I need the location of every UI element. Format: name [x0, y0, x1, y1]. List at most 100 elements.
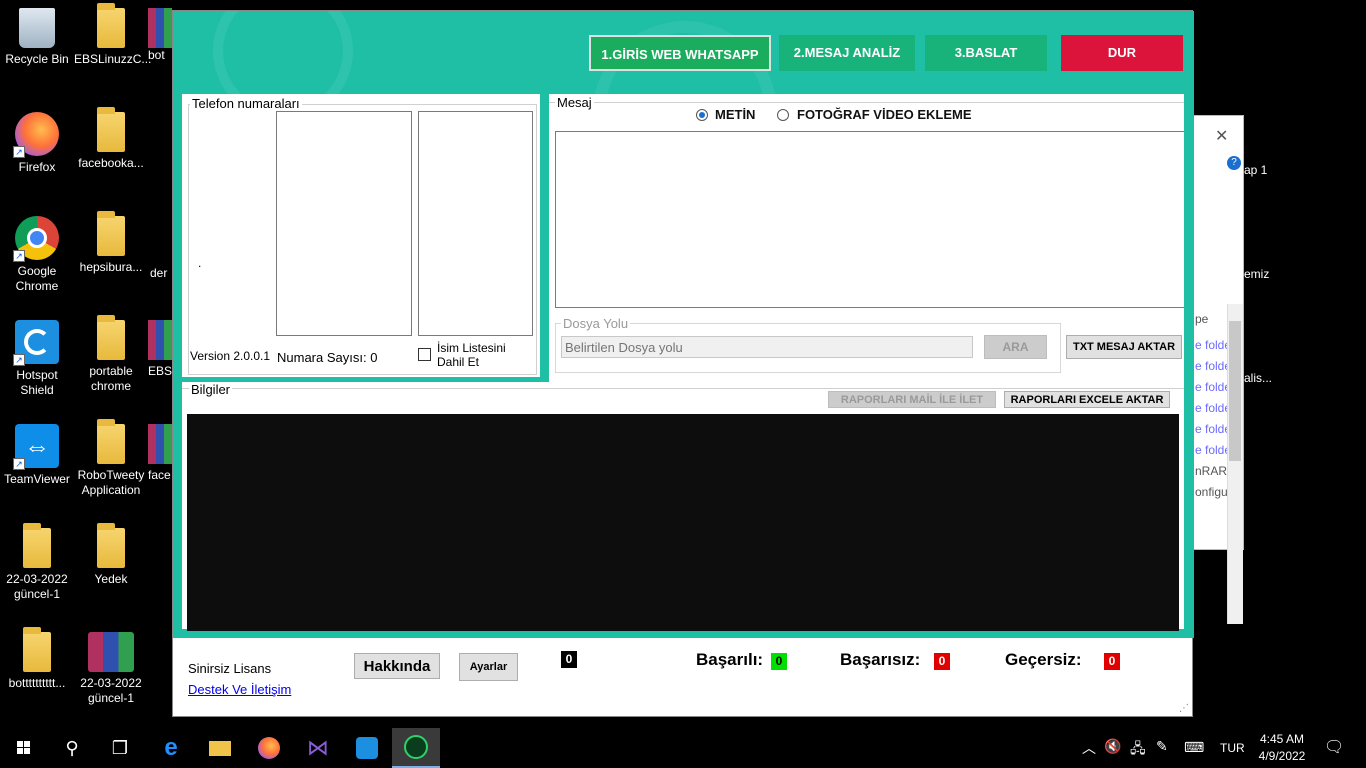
whatsapp-sender-taskbar-button[interactable]: [392, 728, 440, 768]
desktop-icon-winrar[interactable]: bot: [148, 8, 172, 63]
desktop-icon-folder[interactable]: portable chrome: [74, 315, 148, 394]
desktop-icon-label: RoboTweety Application: [77, 468, 145, 497]
desktop-icon-teamviewer[interactable]: ⇔ ↗ TeamViewer: [0, 424, 74, 487]
settings-button[interactable]: Ayarlar: [459, 653, 518, 681]
desktop-icon-label: ap 1: [1244, 163, 1268, 177]
message-analyze-button[interactable]: 2.MESAJ ANALİZ: [779, 35, 915, 71]
folder-icon: [97, 523, 125, 568]
hotspot-shield-taskbar-icon[interactable]: [353, 734, 381, 762]
desktop-icon-folder[interactable]: hepsibura...: [74, 211, 148, 275]
folder-icon: [97, 3, 125, 48]
fail-label: Başarısız:: [840, 650, 921, 669]
desktop-icon-label: Hotspot Shield: [16, 368, 58, 397]
keyboard-icon[interactable]: ⌨: [1184, 739, 1204, 756]
info-title: Bilgiler: [189, 382, 233, 397]
search-icon[interactable]: ⚲: [58, 734, 86, 762]
fail-counter: 0: [934, 653, 950, 670]
desktop-icon-chrome[interactable]: ↗ Google Chrome: [0, 216, 74, 294]
frame-left: [173, 94, 182, 637]
media-radio[interactable]: [777, 109, 789, 121]
phone-number-list[interactable]: [276, 111, 412, 336]
login-web-whatsapp-button[interactable]: 1.GİRİS WEB WHATSAPP: [589, 35, 771, 71]
desktop-icon-folder[interactable]: facebooka...: [74, 107, 148, 171]
winrar-icon: [88, 632, 134, 672]
folder-icon: [97, 211, 125, 256]
clock-date[interactable]: 4/9/2022: [1256, 749, 1308, 763]
desktop-icon-folder[interactable]: EBSLinuzzC...: [74, 3, 152, 67]
message-title: Mesaj: [555, 95, 594, 110]
file-explorer-icon[interactable]: [206, 734, 234, 762]
name-list[interactable]: [418, 111, 533, 336]
desktop-icon-folder[interactable]: Yedek: [74, 523, 148, 587]
clock-time[interactable]: 4:45 AM: [1258, 732, 1306, 746]
desktop-icon-recycle-bin[interactable]: Recycle Bin: [0, 8, 74, 67]
explorer-item[interactable]: e folde: [1195, 338, 1231, 352]
invalid-counter: 0: [1104, 653, 1120, 670]
whatsapp-sender-window: 1.GİRİS WEB WHATSAPP 2.MESAJ ANALİZ 3.BA…: [172, 10, 1194, 717]
desktop-icon-winrar[interactable]: 22-03-2022 güncel-1: [74, 632, 148, 706]
task-view-icon[interactable]: ❐: [106, 734, 134, 762]
desktop-icon-winrar[interactable]: EBS: [148, 320, 172, 379]
success-label: Başarılı:: [696, 650, 764, 669]
internet-explorer-icon[interactable]: e: [157, 734, 185, 762]
include-name-list-label: İsim Listesini Dahil Et: [437, 341, 506, 369]
visual-studio-icon[interactable]: ⋈: [304, 734, 332, 762]
notifications-icon[interactable]: 🗨: [1324, 737, 1344, 757]
mail-reports-button[interactable]: RAPORLARI MAİL İLE İLET: [828, 391, 996, 408]
media-radio-label: FOTOĞRAF VİDEO EKLEME: [797, 107, 972, 122]
resize-grip-icon[interactable]: ⋰: [1179, 703, 1189, 714]
explorer-item[interactable]: pe: [1195, 312, 1208, 326]
firefox-icon: ↗: [13, 112, 59, 158]
log-console[interactable]: [187, 414, 1179, 631]
desktop-icon-firefox[interactable]: ↗ Firefox: [0, 112, 74, 175]
shortcut-arrow-icon: ↗: [13, 146, 25, 158]
file-path-input[interactable]: [561, 336, 973, 358]
message-panel: Mesaj METİN FOTOĞRAF VİDEO EKLEME Dosya …: [549, 94, 1184, 381]
help-icon[interactable]: ?: [1227, 156, 1241, 170]
desktop-icon-label: portable chrome: [89, 364, 133, 393]
about-button[interactable]: Hakkında: [354, 653, 440, 679]
chevron-up-icon[interactable]: ︿: [1082, 738, 1096, 758]
explorer-scrollbar-thumb[interactable]: [1229, 321, 1241, 461]
network-icon[interactable]: 🖧: [1130, 738, 1146, 762]
text-radio[interactable]: [696, 109, 708, 121]
start-button[interactable]: 3.BASLAT: [925, 35, 1047, 71]
explorer-item[interactable]: e folde: [1195, 422, 1231, 436]
pen-icon[interactable]: ✎: [1156, 738, 1168, 755]
desktop-icon-hotspot-shield[interactable]: ↗ Hotspot Shield: [0, 320, 74, 398]
message-textarea[interactable]: [555, 131, 1184, 308]
desktop-icon-label: EBSLinuzzC...: [74, 52, 152, 66]
explorer-item[interactable]: e folde: [1195, 380, 1231, 394]
explorer-item[interactable]: e folde: [1195, 443, 1231, 457]
close-icon[interactable]: ✕: [1215, 126, 1228, 146]
desktop-icon-label: emiz: [1244, 267, 1270, 281]
desktop-icon-folder[interactable]: 22-03-2022 güncel-1: [0, 523, 74, 602]
language-indicator[interactable]: TUR: [1220, 741, 1245, 755]
support-link[interactable]: Destek Ve İletişim: [188, 682, 291, 697]
volume-muted-icon[interactable]: 🔇: [1104, 738, 1121, 755]
firefox-taskbar-icon[interactable]: [255, 734, 283, 762]
explorer-item[interactable]: nRAR: [1195, 464, 1227, 478]
start-icon[interactable]: [10, 734, 38, 762]
desktop-icon-label: alis...: [1244, 371, 1273, 385]
invalid-label: Geçersiz:: [1005, 650, 1082, 669]
explorer-item[interactable]: e folde: [1195, 359, 1231, 373]
success-counter: 0: [771, 653, 787, 670]
desktop-icon-label: TeamViewer: [4, 472, 70, 486]
txt-import-button[interactable]: TXT MESAJ AKTAR: [1066, 335, 1182, 359]
desktop-icon-label: Google Chrome: [15, 264, 59, 293]
desktop-icon-winrar[interactable]: face: [148, 424, 172, 483]
desktop-icon-label: facebooka...: [78, 156, 144, 170]
search-file-button[interactable]: ARA: [984, 335, 1047, 359]
desktop-icon-label: EBS: [148, 364, 172, 378]
desktop-icon-folder[interactable]: botttttttttt...: [0, 627, 74, 691]
export-excel-button[interactable]: RAPORLARI EXCELE AKTAR: [1004, 391, 1170, 408]
desktop-icon-partial[interactable]: der: [150, 266, 172, 281]
explorer-item[interactable]: e folde: [1195, 401, 1231, 415]
taskbar: ⚲ ❐ e ⋈ ︿ 🔇 🖧 ✎ ⌨ TUR 4:45 AM 4/9/2022 🗨: [0, 728, 1366, 768]
desktop-icon-folder[interactable]: RoboTweety Application: [74, 419, 148, 498]
shortcut-arrow-icon: ↗: [13, 458, 25, 470]
folder-icon: [23, 523, 51, 568]
include-name-list-checkbox[interactable]: [418, 348, 431, 361]
stop-button[interactable]: DUR: [1061, 35, 1183, 71]
